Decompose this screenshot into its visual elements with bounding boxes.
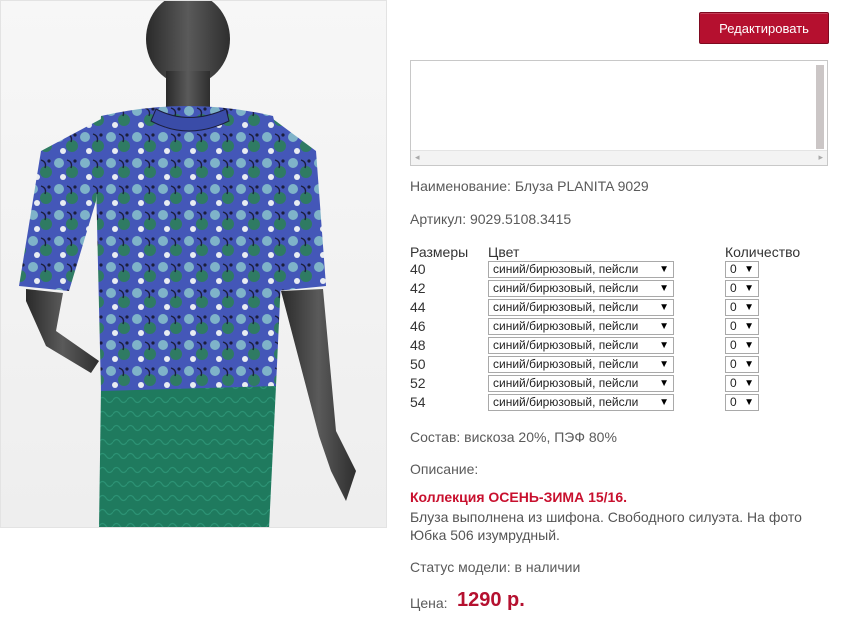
- quantity-select[interactable]: 0 ▼: [725, 261, 759, 278]
- dropdown-arrow-icon: ▼: [659, 302, 669, 313]
- article-label: Артикул:: [410, 211, 467, 227]
- quantity-select[interactable]: 0 ▼: [725, 280, 759, 297]
- composition-value: вискоза 20%, ПЭФ 80%: [464, 429, 617, 445]
- color-select[interactable]: синий/бирюзовый, пейсли ▼: [488, 337, 674, 354]
- dropdown-arrow-icon: ▼: [659, 397, 669, 408]
- quantity-select[interactable]: 0 ▼: [725, 375, 759, 392]
- quantity-select[interactable]: 0 ▼: [725, 394, 759, 411]
- color-select-value: синий/бирюзовый, пейсли: [493, 338, 639, 352]
- composition-label: Состав:: [410, 429, 461, 445]
- quantity-select-value: 0: [730, 281, 737, 295]
- table-row: 42 синий/бирюзовый, пейсли ▼ 0 ▼: [410, 280, 770, 299]
- status-label: Статус модели:: [410, 559, 511, 575]
- vertical-scrollbar[interactable]: [816, 65, 824, 149]
- quantity-select[interactable]: 0 ▼: [725, 299, 759, 316]
- dropdown-arrow-icon: ▼: [659, 283, 669, 294]
- size-value: 42: [410, 280, 426, 296]
- product-article: Артикул: 9029.5108.3415: [410, 211, 571, 227]
- color-select-value: синий/бирюзовый, пейсли: [493, 262, 639, 276]
- table-row: 54 синий/бирюзовый, пейсли ▼ 0 ▼: [410, 394, 770, 413]
- notes-textarea[interactable]: ◂ ▸: [410, 60, 828, 166]
- quantity-select[interactable]: 0 ▼: [725, 356, 759, 373]
- price-label: Цена:: [410, 595, 448, 611]
- size-value: 40: [410, 261, 426, 277]
- quantity-select-value: 0: [730, 300, 737, 314]
- quantity-select-value: 0: [730, 319, 737, 333]
- quantity-select-value: 0: [730, 395, 737, 409]
- dropdown-arrow-icon: ▼: [659, 340, 669, 351]
- horizontal-scrollbar[interactable]: ◂ ▸: [411, 150, 827, 165]
- product-status: Статус модели: в наличии: [410, 559, 580, 575]
- size-value: 54: [410, 394, 426, 410]
- quantity-select-value: 0: [730, 357, 737, 371]
- collection-title: Коллекция ОСЕНЬ-ЗИМА 15/16.: [410, 489, 628, 505]
- color-select[interactable]: синий/бирюзовый, пейсли ▼: [488, 318, 674, 335]
- status-value: в наличии: [514, 559, 581, 575]
- color-select[interactable]: синий/бирюзовый, пейсли ▼: [488, 261, 674, 278]
- table-row: 52 синий/бирюзовый, пейсли ▼ 0 ▼: [410, 375, 770, 394]
- product-name: Наименование: Блуза PLANITA 9029: [410, 178, 649, 194]
- scroll-left-icon[interactable]: ◂: [415, 152, 420, 163]
- dropdown-arrow-icon: ▼: [744, 321, 754, 332]
- description-label: Описание:: [410, 461, 479, 477]
- color-select[interactable]: синий/бирюзовый, пейсли ▼: [488, 280, 674, 297]
- dropdown-arrow-icon: ▼: [744, 359, 754, 370]
- quantity-select[interactable]: 0 ▼: [725, 318, 759, 335]
- product-image: [19, 1, 356, 527]
- quantity-select-value: 0: [730, 338, 737, 352]
- header-quantity: Количество: [725, 244, 801, 260]
- color-select[interactable]: синий/бирюзовый, пейсли ▼: [488, 394, 674, 411]
- quantity-select[interactable]: 0 ▼: [725, 337, 759, 354]
- scroll-right-icon[interactable]: ▸: [818, 152, 823, 163]
- color-select[interactable]: синий/бирюзовый, пейсли ▼: [488, 299, 674, 316]
- color-select-value: синий/бирюзовый, пейсли: [493, 395, 639, 409]
- dropdown-arrow-icon: ▼: [744, 302, 754, 313]
- table-row: 46 синий/бирюзовый, пейсли ▼ 0 ▼: [410, 318, 770, 337]
- size-value: 46: [410, 318, 426, 334]
- name-value: Блуза PLANITA 9029: [514, 178, 649, 194]
- header-color: Цвет: [488, 244, 520, 260]
- description-text: Блуза выполнена из шифона. Свободного си…: [410, 509, 802, 543]
- color-select-value: синий/бирюзовый, пейсли: [493, 376, 639, 390]
- color-select-value: синий/бирюзовый, пейсли: [493, 281, 639, 295]
- size-value: 44: [410, 299, 426, 315]
- quantity-select-value: 0: [730, 376, 737, 390]
- size-value: 50: [410, 356, 426, 372]
- color-select-value: синий/бирюзовый, пейсли: [493, 357, 639, 371]
- table-row: 50 синий/бирюзовый, пейсли ▼ 0 ▼: [410, 356, 770, 375]
- color-select-value: синий/бирюзовый, пейсли: [493, 300, 639, 314]
- table-row: 40 синий/бирюзовый, пейсли ▼ 0 ▼: [410, 261, 770, 280]
- dropdown-arrow-icon: ▼: [744, 264, 754, 275]
- color-select-value: синий/бирюзовый, пейсли: [493, 319, 639, 333]
- table-row: 48 синий/бирюзовый, пейсли ▼ 0 ▼: [410, 337, 770, 356]
- dropdown-arrow-icon: ▼: [659, 378, 669, 389]
- dropdown-arrow-icon: ▼: [744, 397, 754, 408]
- color-select[interactable]: синий/бирюзовый, пейсли ▼: [488, 356, 674, 373]
- header-size: Размеры: [410, 244, 469, 260]
- table-row: 44 синий/бирюзовый, пейсли ▼ 0 ▼: [410, 299, 770, 318]
- dropdown-arrow-icon: ▼: [744, 283, 754, 294]
- article-value: 9029.5108.3415: [469, 211, 572, 227]
- dropdown-arrow-icon: ▼: [744, 340, 754, 351]
- color-select[interactable]: синий/бирюзовый, пейсли ▼: [488, 375, 674, 392]
- price-value: 1290 р.: [457, 589, 525, 611]
- size-value: 48: [410, 337, 426, 353]
- dropdown-arrow-icon: ▼: [659, 321, 669, 332]
- dropdown-arrow-icon: ▼: [659, 264, 669, 275]
- product-composition: Состав: вискоза 20%, ПЭФ 80%: [410, 429, 617, 445]
- name-label: Наименование:: [410, 178, 511, 194]
- quantity-select-value: 0: [730, 262, 737, 276]
- dropdown-arrow-icon: ▼: [659, 359, 669, 370]
- dropdown-arrow-icon: ▼: [744, 378, 754, 389]
- edit-button[interactable]: Редактировать: [699, 12, 829, 44]
- size-value: 52: [410, 375, 426, 391]
- product-photo: [0, 0, 387, 528]
